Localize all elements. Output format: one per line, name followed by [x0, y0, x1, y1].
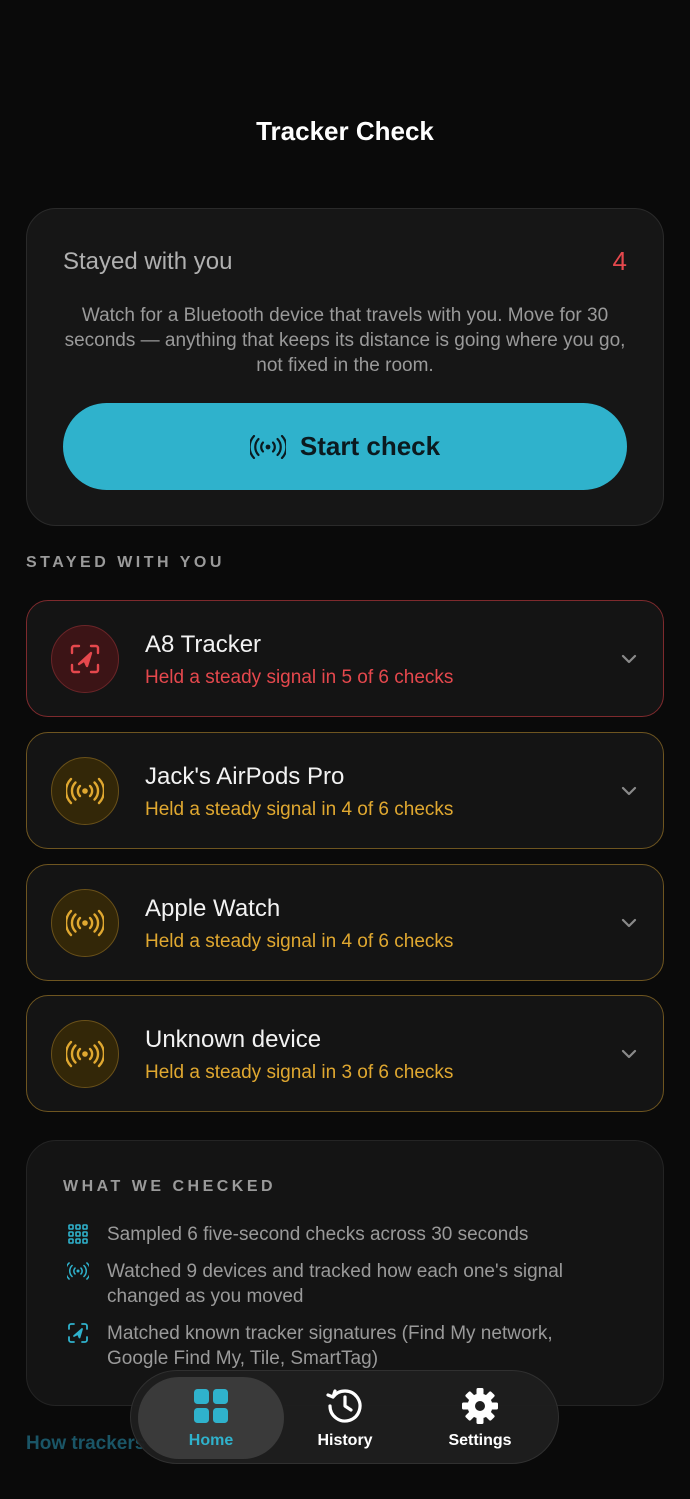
home-grid-icon — [194, 1389, 228, 1423]
tab-settings[interactable]: Settings — [410, 1371, 550, 1465]
device-status: Held a steady signal in 5 of 6 checks — [145, 667, 454, 688]
device-status: Held a steady signal in 4 of 6 checks — [145, 799, 454, 820]
signal-waves-icon — [67, 1262, 89, 1280]
device-name: Apple Watch — [145, 895, 281, 922]
tab-history[interactable]: History — [275, 1371, 415, 1465]
check-item-text: Matched known tracker signatures (Find M… — [107, 1323, 553, 1369]
check-item: Matched known tracker signatures (Find M… — [67, 1321, 617, 1371]
tab-bar: Home History Settings — [130, 1370, 559, 1464]
device-icon-wrap — [51, 757, 119, 825]
section-title-stayed: STAYED WITH YOU — [26, 554, 225, 571]
signal-waves-icon — [66, 909, 104, 937]
chevron-down-icon[interactable] — [619, 1044, 639, 1064]
grid-icon — [68, 1224, 88, 1244]
stayed-count-badge: 4 — [612, 246, 627, 276]
device-name: Unknown device — [145, 1026, 322, 1053]
device-status: Held a steady signal in 3 of 6 checks — [145, 1062, 454, 1083]
device-icon-wrap — [51, 889, 119, 957]
tab-label: Settings — [448, 1432, 512, 1449]
device-card[interactable]: Apple Watch Held a steady signal in 4 of… — [26, 864, 664, 981]
device-card[interactable]: Unknown device Held a steady signal in 3… — [26, 995, 664, 1112]
start-check-button[interactable]: Start check — [63, 403, 627, 490]
check-item-text: Watched 9 devices and tracked how each o… — [107, 1261, 564, 1307]
page-title: Tracker Check — [256, 116, 434, 146]
signal-waves-icon — [249, 434, 286, 459]
tracker-target-icon — [70, 644, 100, 674]
section-title-checked: WHAT WE CHECKED — [63, 1178, 277, 1195]
signal-waves-icon — [66, 1040, 104, 1068]
signal-waves-icon — [66, 777, 104, 805]
tab-label: History — [317, 1432, 373, 1449]
device-status: Held a steady signal in 4 of 6 checks — [145, 931, 454, 952]
check-item: Sampled 6 five-second checks across 30 s… — [67, 1222, 617, 1247]
device-name: Jack's AirPods Pro — [145, 763, 345, 790]
chevron-down-icon[interactable] — [619, 649, 639, 669]
device-card[interactable]: A8 Tracker Held a steady signal in 5 of … — [26, 600, 664, 717]
hero-description: Watch for a Bluetooth device that travel… — [64, 305, 626, 376]
check-item-text: Sampled 6 five-second checks across 30 s… — [107, 1224, 529, 1245]
tab-home[interactable]: Home — [141, 1371, 281, 1465]
device-icon-wrap — [51, 625, 119, 693]
history-clock-icon — [326, 1389, 362, 1423]
start-check-label: Start check — [299, 431, 441, 461]
gear-icon — [462, 1388, 498, 1424]
check-item: Watched 9 devices and tracked how each o… — [67, 1259, 617, 1309]
tracker-target-icon — [68, 1323, 88, 1343]
device-name: A8 Tracker — [145, 631, 262, 658]
hero-label: Stayed with you — [63, 247, 233, 275]
tab-label: Home — [188, 1432, 234, 1449]
device-card[interactable]: Jack's AirPods Pro Held a steady signal … — [26, 732, 664, 849]
chevron-down-icon[interactable] — [619, 913, 639, 933]
device-icon-wrap — [51, 1020, 119, 1088]
hero-header: Stayed with you 4 — [63, 246, 627, 277]
chevron-down-icon[interactable] — [619, 781, 639, 801]
